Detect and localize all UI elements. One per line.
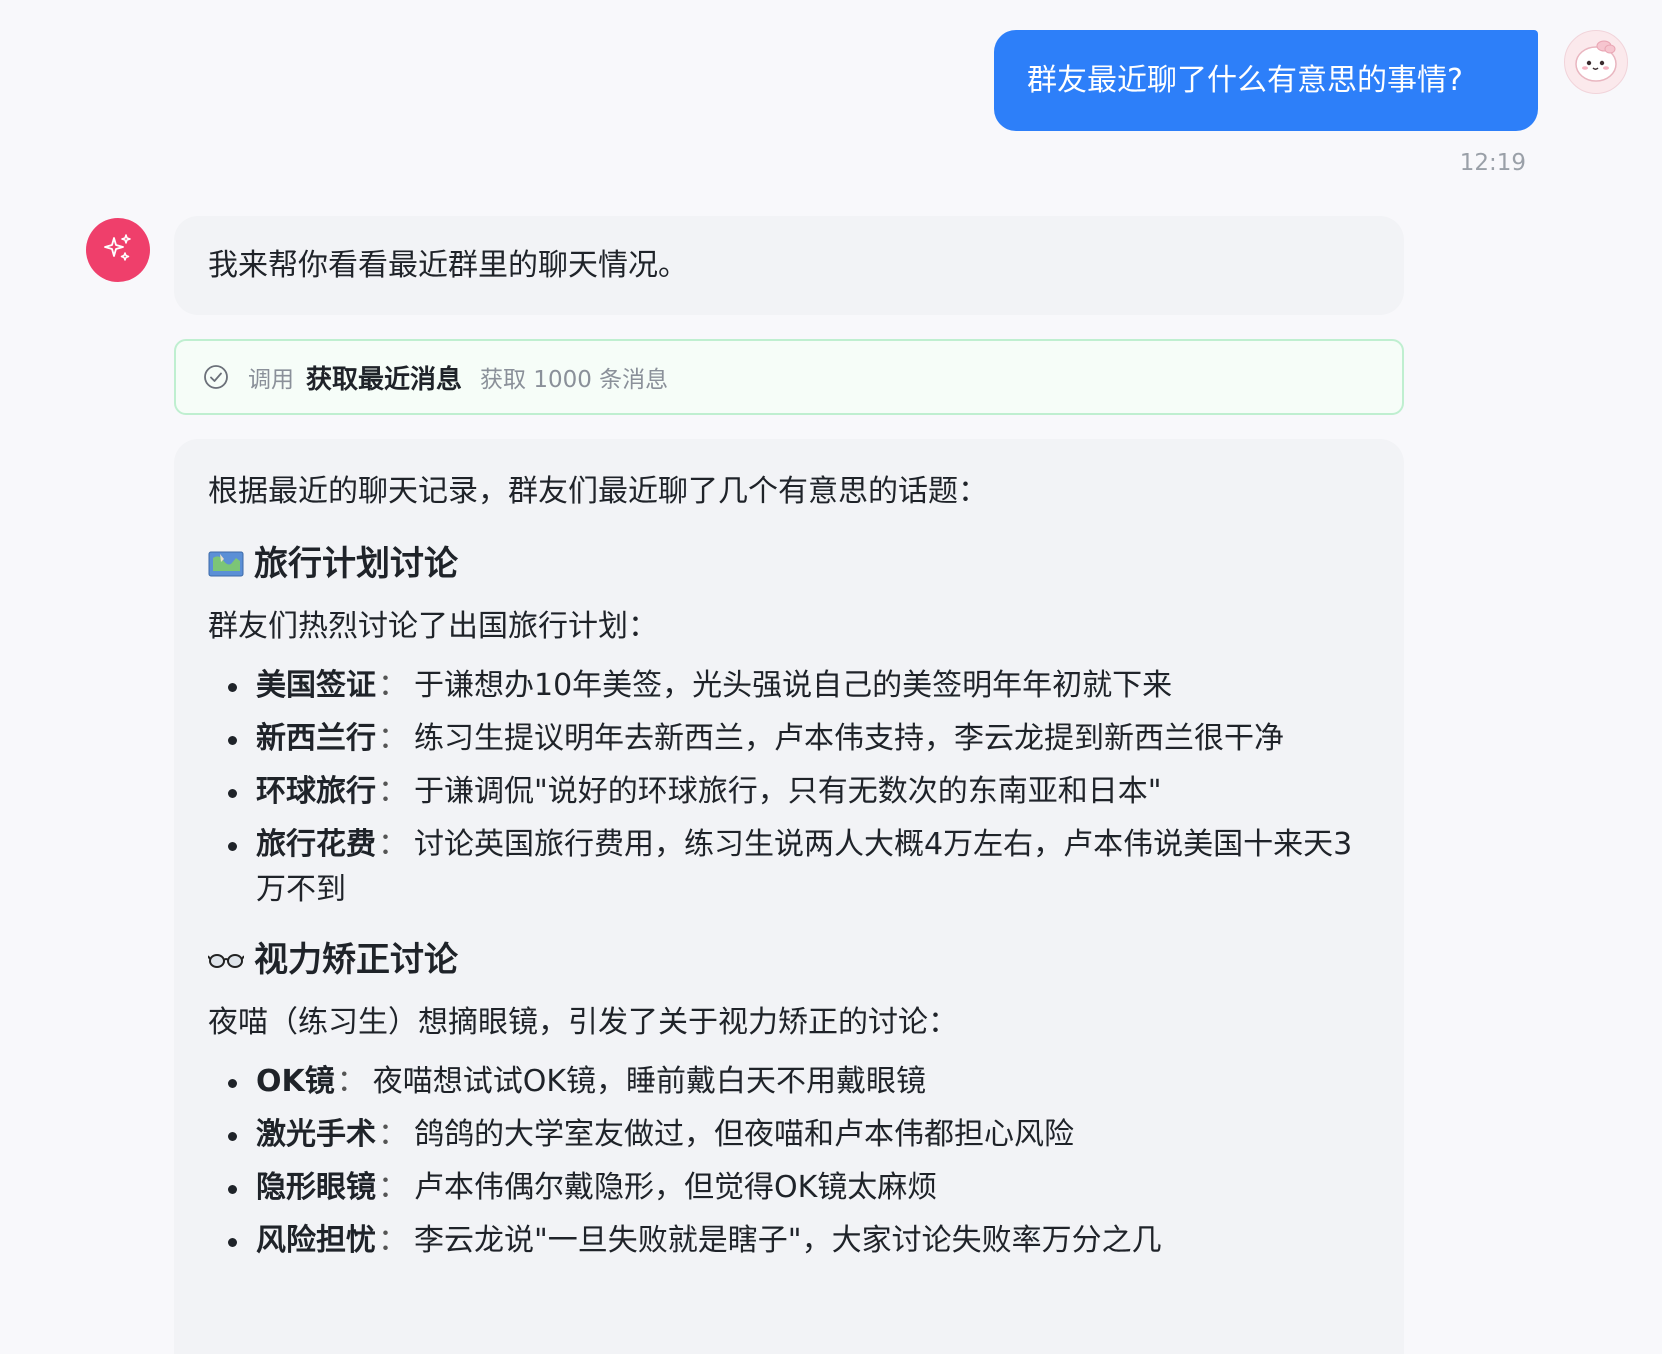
- item-text: 于谦调侃"说好的环球旅行，只有无数次的东南亚和日本": [414, 774, 1162, 810]
- chat-page: 群友最近聊了什么有意思的事情? 12:19 我来帮你看看最近群里的聊天情况。 调…: [0, 0, 1662, 1354]
- list-item: 风险担忧： 李云龙说"一旦失败就是瞎子"，大家讨论失败率万分之几: [208, 1218, 1370, 1263]
- list-item: 隐形眼镜： 卢本伟偶尔戴隐形，但觉得OK镜太麻烦: [208, 1165, 1370, 1210]
- item-term: 新西兰行: [256, 721, 376, 757]
- item-text: 练习生提议明年去新西兰，卢本伟支持，李云龙提到新西兰很干净: [414, 721, 1284, 757]
- item-separator: ：: [378, 1170, 408, 1206]
- section-title: 旅行计划讨论: [208, 542, 1370, 586]
- section-title-text: 视力矫正讨论: [254, 940, 458, 981]
- item-separator: ：: [378, 668, 408, 704]
- item-text: 卢本伟偶尔戴隐形，但觉得OK镜太麻烦: [414, 1170, 938, 1206]
- tool-description: 获取 1000 条消息: [480, 367, 669, 393]
- item-term: 激光手术: [256, 1117, 376, 1153]
- item-term: 旅行花费: [256, 827, 376, 863]
- item-term: 美国签证: [256, 668, 376, 704]
- user-message-row: 群友最近聊了什么有意思的事情?: [994, 30, 1628, 131]
- item-separator: ：: [378, 774, 408, 810]
- assistant-first-reply: 我来帮你看看最近群里的聊天情况。: [174, 216, 1404, 315]
- answer-intro: 根据最近的聊天记录，群友们最近聊了几个有意思的话题：: [208, 474, 988, 509]
- item-term: 风险担忧: [256, 1223, 376, 1259]
- item-term: 环球旅行: [256, 774, 376, 810]
- item-text: 夜喵想试试OK镜，睡前戴白天不用戴眼镜: [372, 1064, 927, 1100]
- bullet-icon: [228, 789, 237, 799]
- topic-list: OK镜： 夜喵想试试OK镜，睡前戴白天不用戴眼镜 激光手术： 鸽鸽的大学室友做过，但…: [208, 1059, 1370, 1263]
- item-term: OK镜: [256, 1064, 335, 1100]
- list-item: OK镜： 夜喵想试试OK镜，睡前戴白天不用戴眼镜: [208, 1059, 1370, 1104]
- item-term: 隐形眼镜: [256, 1170, 376, 1206]
- tool-call-label: 调用: [248, 367, 294, 393]
- bullet-icon: [228, 1238, 237, 1248]
- section-vision: 视力矫正讨论 夜喵（练习生）想摘眼镜，引发了关于视力矫正的讨论： OK镜： 夜喵想…: [208, 938, 1370, 1263]
- assistant-avatar: [86, 218, 150, 282]
- bullet-icon: [228, 683, 237, 693]
- section-travel: 旅行计划讨论 群友们热烈讨论了出国旅行计划： 美国签证： 于谦想办10年美签，光头…: [208, 542, 1370, 912]
- list-item: 环球旅行： 于谦调侃"说好的环球旅行，只有无数次的东南亚和日本": [208, 769, 1370, 814]
- user-message-bubble[interactable]: 群友最近聊了什么有意思的事情?: [994, 30, 1538, 131]
- bullet-icon: [228, 1185, 237, 1195]
- section-title: 视力矫正讨论: [208, 938, 1370, 982]
- list-item: 美国签证： 于谦想办10年美签，光头强说自己的美签明年年初就下来: [208, 663, 1370, 708]
- section-lead: 群友们热烈讨论了出国旅行计划：: [208, 609, 658, 645]
- check-circle-icon: [202, 363, 230, 391]
- map-emoji-icon: [208, 546, 244, 582]
- assistant-answer: 根据最近的聊天记录，群友们最近聊了几个有意思的话题： 旅行计划讨论 群友们热烈讨…: [174, 439, 1404, 1354]
- item-separator: ：: [378, 721, 408, 757]
- user-avatar[interactable]: [1564, 30, 1628, 94]
- list-item: 新西兰行： 练习生提议明年去新西兰，卢本伟支持，李云龙提到新西兰很干净: [208, 716, 1370, 761]
- item-text: 鸽鸽的大学室友做过，但夜喵和卢本伟都担心风险: [414, 1117, 1074, 1153]
- section-lead: 夜喵（练习生）想摘眼镜，引发了关于视力矫正的讨论：: [208, 1005, 958, 1041]
- item-text: 于谦想办10年美签，光头强说自己的美签明年年初就下来: [414, 668, 1173, 704]
- assistant-column: 我来帮你看看最近群里的聊天情况。 调用 获取最近消息 获取 1000 条消息 根…: [174, 216, 1404, 1354]
- bunny-avatar-icon: [1566, 31, 1626, 93]
- section-title-text: 旅行计划讨论: [254, 544, 458, 584]
- item-separator: ：: [378, 827, 408, 863]
- bullet-icon: [228, 1079, 237, 1089]
- sparkle-icon: [101, 231, 135, 269]
- item-separator: ：: [336, 1064, 367, 1100]
- item-separator: ：: [378, 1117, 408, 1153]
- message-timestamp: 12:19: [1459, 150, 1526, 176]
- glasses-emoji-icon: [208, 942, 244, 978]
- list-item: 激光手术： 鸽鸽的大学室友做过，但夜喵和卢本伟都担心风险: [208, 1112, 1370, 1157]
- item-text: 讨论英国旅行费用，练习生说两人大概4万左右，卢本伟说美国十来天3万不到: [256, 827, 1353, 908]
- item-text: 李云龙说"一旦失败就是瞎子"，大家讨论失败率万分之几: [414, 1223, 1162, 1259]
- topic-list: 美国签证： 于谦想办10年美签，光头强说自己的美签明年年初就下来 新西兰行： 练习生…: [208, 663, 1370, 912]
- bullet-icon: [228, 842, 237, 852]
- bullet-icon: [228, 736, 237, 746]
- list-item: 旅行花费： 讨论英国旅行费用，练习生说两人大概4万左右，卢本伟说美国十来天3万不到: [208, 822, 1370, 912]
- tool-call-card[interactable]: 调用 获取最近消息 获取 1000 条消息: [174, 339, 1404, 415]
- tool-name: 获取最近消息: [306, 364, 463, 395]
- bullet-icon: [228, 1132, 237, 1142]
- item-separator: ：: [378, 1223, 408, 1259]
